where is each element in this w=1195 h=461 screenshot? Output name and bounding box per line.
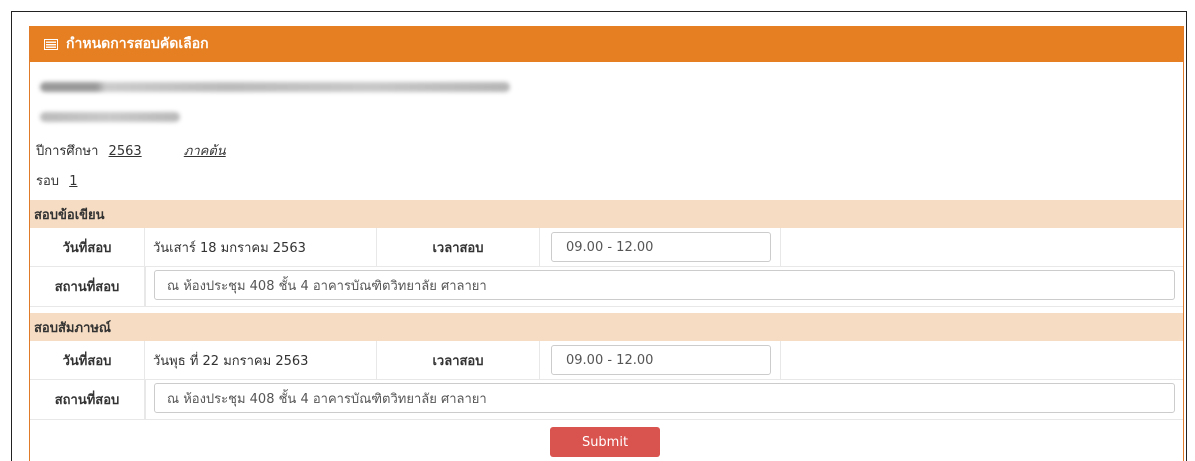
written-exam-date-row: วันที่สอบ วันเสาร์ 18 มกราคม 2563 เวลาสอ…: [30, 228, 1183, 267]
list-icon: [44, 38, 58, 50]
submit-button[interactable]: Submit: [550, 427, 660, 457]
written-exam-place-row: สถานที่สอบ ณ ห้องประชุม 408 ชั้น 4 อาคาร…: [30, 267, 1183, 307]
written-date-label: วันที่สอบ: [30, 228, 145, 266]
interview-date-value: วันพุธ ที่ 22 มกราคม 2563: [145, 341, 377, 379]
round-value: 1: [69, 174, 78, 189]
interview-date-label: วันที่สอบ: [30, 341, 145, 379]
interview-place-row: สถานที่สอบ ณ ห้องประชุม 408 ชั้น 4 อาคาร…: [30, 380, 1183, 420]
exam-schedule-panel: กำหนดการสอบคัดเลือก ปีการศึกษา 2563 ภาคต…: [29, 26, 1184, 461]
year-label: ปีการศึกษา: [36, 144, 99, 159]
written-place-label: สถานที่สอบ: [30, 267, 145, 306]
interview-time-label: เวลาสอบ: [377, 341, 540, 379]
panel-heading: กำหนดการสอบคัดเลือก: [30, 26, 1183, 62]
interview-time-cell: 09.00 - 12.00: [540, 341, 781, 379]
interview-date-row: วันที่สอบ วันพุธ ที่ 22 มกราคม 2563 เวลา…: [30, 341, 1183, 380]
semester-value: ภาคต้น: [183, 144, 226, 159]
written-place-cell: ณ ห้องประชุม 408 ชั้น 4 อาคารบัณฑิตวิทยา…: [145, 267, 1183, 306]
interview-time-input[interactable]: 09.00 - 12.00: [551, 345, 771, 375]
interview-place-cell: ณ ห้องประชุม 408 ชั้น 4 อาคารบัณฑิตวิทยา…: [145, 380, 1183, 419]
round-label: รอบ: [36, 174, 60, 189]
year-value: 2563: [108, 144, 142, 159]
interview-place-label: สถานที่สอบ: [30, 380, 145, 419]
panel-title: กำหนดการสอบคัดเลือก: [66, 36, 209, 52]
redacted-program-name: [40, 82, 510, 92]
interview-section-title: สอบสัมภาษณ์: [30, 313, 1183, 341]
interview-place-input[interactable]: ณ ห้องประชุม 408 ชั้น 4 อาคารบัณฑิตวิทยา…: [154, 383, 1175, 413]
written-place-input[interactable]: ณ ห้องประชุม 408 ชั้น 4 อาคารบัณฑิตวิทยา…: [154, 270, 1175, 300]
redacted-faculty-name: [40, 112, 180, 122]
written-time-input[interactable]: 09.00 - 12.00: [551, 232, 771, 262]
academic-year-row: ปีการศึกษา 2563 ภาคต้น: [36, 140, 226, 161]
round-row: รอบ 1: [36, 170, 77, 191]
written-time-cell: 09.00 - 12.00: [540, 228, 781, 266]
written-date-value: วันเสาร์ 18 มกราคม 2563: [145, 228, 377, 266]
written-time-label: เวลาสอบ: [377, 228, 540, 266]
written-exam-section-title: สอบข้อเขียน: [30, 200, 1183, 228]
